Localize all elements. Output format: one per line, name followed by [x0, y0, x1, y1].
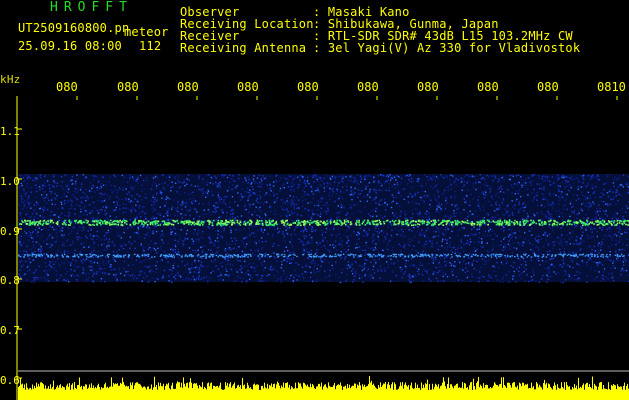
app-brand: HROFFT: [50, 0, 133, 15]
info-value-antenna: : 3el Yagi(V) Az 330 for Vladivostok: [313, 41, 581, 55]
amplitude-bars: [18, 376, 629, 400]
spectrogram-plot: [16, 96, 629, 400]
y-tick: 0.8: [0, 274, 20, 287]
x-tick: 0810: [597, 80, 626, 94]
x-tick: 080: [177, 80, 199, 94]
x-tick: 080: [56, 80, 78, 94]
x-tick: 080: [537, 80, 559, 94]
x-tick: 080: [117, 80, 139, 94]
x-tick: 080: [357, 80, 379, 94]
y-tick: 0.7: [0, 324, 20, 337]
y-unit-label: kHz: [0, 73, 21, 86]
file-name: UT2509160800.pn: [18, 21, 130, 35]
x-tick: 080: [297, 80, 319, 94]
y-tick: 0.9: [0, 225, 20, 238]
y-tick: 0.6: [0, 374, 20, 387]
x-tick: 080: [477, 80, 499, 94]
noise-field: [18, 174, 629, 284]
timestamp: 25.09.16 08:00: [18, 39, 122, 53]
x-tick: 080: [417, 80, 439, 94]
y-tick: 1.1: [0, 125, 20, 138]
info-label-antenna: Receiving Antenna: [180, 41, 307, 55]
x-tick: 080: [237, 80, 259, 94]
mode-label: meteor: [124, 25, 169, 39]
meteor-count: 112: [139, 39, 162, 53]
y-tick: 1.0: [0, 175, 20, 188]
